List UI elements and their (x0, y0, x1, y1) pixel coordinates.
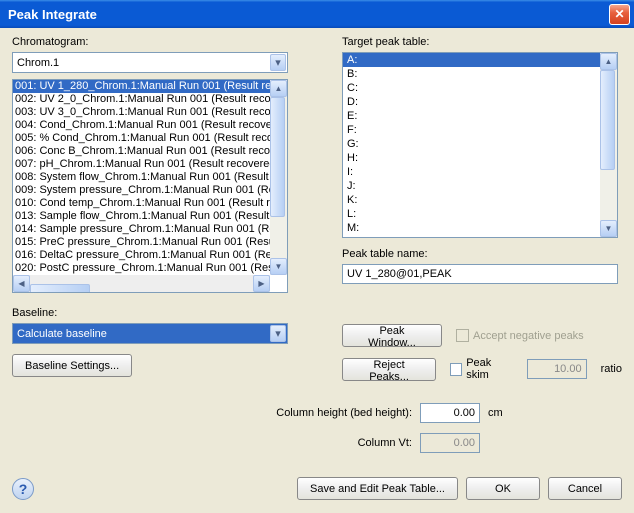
scroll-up-icon[interactable]: ▲ (600, 53, 617, 70)
help-icon: ? (19, 481, 28, 497)
baseline-selected: Calculate baseline (17, 328, 107, 340)
list-item[interactable]: I: (343, 165, 600, 179)
list-item[interactable]: 010: Cond temp_Chrom.1:Manual Run 001 (R… (13, 197, 287, 210)
list-item[interactable]: 001: UV 1_280_Chrom.1:Manual Run 001 (Re… (13, 80, 287, 93)
vertical-scrollbar[interactable]: ▲ ▼ (600, 53, 617, 237)
list-item[interactable]: 004: Cond_Chrom.1:Manual Run 001 (Result… (13, 119, 287, 132)
list-item[interactable]: 020: PostC pressure_Chrom.1:Manual Run 0… (13, 262, 287, 275)
column-height-label: Column height (bed height): (272, 407, 412, 419)
accept-negative-label: Accept negative peaks (473, 330, 584, 342)
baseline-label: Baseline: (12, 307, 312, 319)
close-button[interactable]: ✕ (609, 4, 630, 25)
chromatogram-label: Chromatogram: (12, 36, 312, 48)
list-item[interactable]: 013: Sample flow_Chrom.1:Manual Run 001 … (13, 210, 287, 223)
list-item[interactable]: 016: DeltaC pressure_Chrom.1:Manual Run … (13, 249, 287, 262)
peak-table-name-input[interactable] (342, 264, 618, 284)
accept-negative-checkbox (456, 329, 469, 342)
list-item[interactable]: 002: UV 2_0_Chrom.1:Manual Run 001 (Resu… (13, 93, 287, 106)
cancel-button[interactable]: Cancel (548, 477, 622, 500)
list-item[interactable]: C: (343, 81, 600, 95)
peak-skim-unit: ratio (601, 363, 622, 375)
scroll-down-icon[interactable]: ▼ (270, 258, 287, 275)
list-item[interactable]: B: (343, 67, 600, 81)
vertical-scrollbar[interactable]: ▲ ▼ (270, 80, 287, 275)
list-item[interactable]: 014: Sample pressure_Chrom.1:Manual Run … (13, 223, 287, 236)
list-item[interactable]: M: (343, 221, 600, 235)
reject-peaks-button[interactable]: Reject Peaks... (342, 358, 436, 381)
list-item[interactable]: 008: System flow_Chrom.1:Manual Run 001 … (13, 171, 287, 184)
column-height-unit: cm (488, 407, 503, 419)
chevron-down-icon: ▾ (270, 325, 286, 342)
scroll-right-icon[interactable]: ▶ (253, 275, 270, 292)
target-table-listbox[interactable]: A:B:C:D:E:F:G:H:I:J:K:L:M: ▲ ▼ (342, 52, 618, 238)
scroll-thumb[interactable] (600, 70, 615, 170)
column-height-input[interactable] (420, 403, 480, 423)
list-item[interactable]: 015: PreC pressure_Chrom.1:Manual Run 00… (13, 236, 287, 249)
baseline-select[interactable]: Calculate baseline ▾ (12, 323, 288, 344)
chromatogram-listbox[interactable]: 001: UV 1_280_Chrom.1:Manual Run 001 (Re… (12, 79, 288, 293)
chevron-down-icon: ▾ (270, 54, 286, 71)
list-item[interactable]: E: (343, 109, 600, 123)
list-item[interactable]: J: (343, 179, 600, 193)
scroll-track[interactable] (600, 70, 617, 220)
titlebar: Peak Integrate ✕ (0, 0, 634, 28)
peak-skim-label: Peak skim (466, 357, 512, 381)
scroll-up-icon[interactable]: ▲ (270, 80, 287, 97)
list-item[interactable]: L: (343, 207, 600, 221)
close-icon: ✕ (614, 7, 624, 21)
list-item[interactable]: G: (343, 137, 600, 151)
list-item[interactable]: 009: System pressure_Chrom.1:Manual Run … (13, 184, 287, 197)
list-item[interactable]: F: (343, 123, 600, 137)
peak-skim-checkbox[interactable] (450, 363, 462, 376)
baseline-settings-button[interactable]: Baseline Settings... (12, 354, 132, 377)
list-item[interactable]: H: (343, 151, 600, 165)
peak-skim-value-input (527, 359, 587, 379)
list-item[interactable]: 005: % Cond_Chrom.1:Manual Run 001 (Resu… (13, 132, 287, 145)
list-item[interactable]: 006: Conc B_Chrom.1:Manual Run 001 (Resu… (13, 145, 287, 158)
target-table-label: Target peak table: (342, 36, 622, 48)
scroll-thumb[interactable] (270, 97, 285, 217)
list-item[interactable]: K: (343, 193, 600, 207)
help-button[interactable]: ? (12, 478, 34, 500)
scroll-thumb[interactable] (30, 284, 90, 294)
save-edit-peak-table-button[interactable]: Save and Edit Peak Table... (297, 477, 458, 500)
list-item[interactable]: 007: pH_Chrom.1:Manual Run 001 (Result r… (13, 158, 287, 171)
horizontal-scrollbar[interactable]: ◀ ▶ (13, 275, 270, 292)
dialog-content: Chromatogram: Chrom.1 ▾ 001: UV 1_280_Ch… (0, 28, 634, 510)
window-title: Peak Integrate (8, 7, 97, 22)
list-item[interactable]: A: (343, 53, 600, 67)
list-item[interactable]: D: (343, 95, 600, 109)
scroll-left-icon[interactable]: ◀ (13, 275, 30, 292)
peak-table-name-label: Peak table name: (342, 248, 622, 260)
chromatogram-select[interactable]: Chrom.1 ▾ (12, 52, 288, 73)
list-item[interactable]: 003: UV 3_0_Chrom.1:Manual Run 001 (Resu… (13, 106, 287, 119)
column-vt-input (420, 433, 480, 453)
peak-window-button[interactable]: Peak Window... (342, 324, 442, 347)
scroll-down-icon[interactable]: ▼ (600, 220, 617, 237)
chromatogram-selected: Chrom.1 (17, 57, 59, 69)
column-vt-label: Column Vt: (272, 437, 412, 449)
scroll-track[interactable] (270, 97, 287, 258)
ok-button[interactable]: OK (466, 477, 540, 500)
